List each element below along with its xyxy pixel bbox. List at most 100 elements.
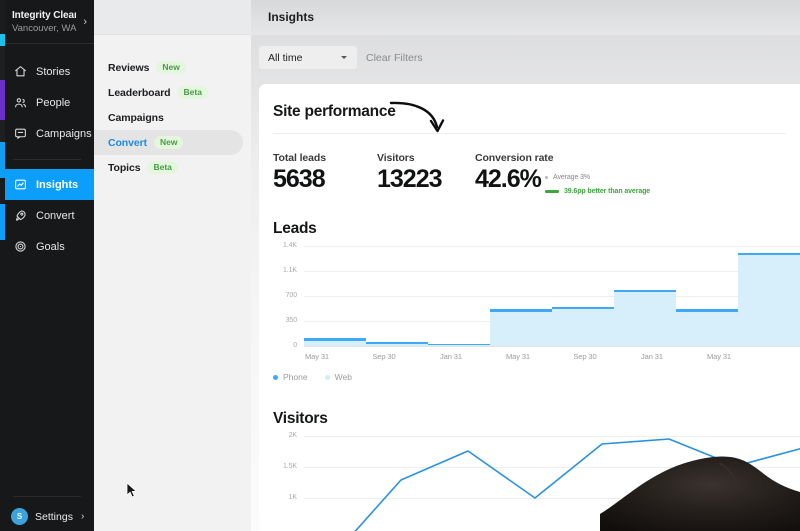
legend-label: Phone [283,372,308,382]
subnav-item-topics[interactable]: Topics Beta [94,155,243,180]
org-name: Integrity Cleaning [12,10,76,21]
y-axis-label: 0 [293,342,297,349]
chevron-right-icon: › [83,16,87,28]
leads-chart-title: Leads [273,220,317,237]
subnav-item-convert[interactable]: Convert New [94,130,243,155]
comparison-average-row: Average 3% [545,172,665,183]
bar-group[interactable] [676,309,738,346]
secondary-nav: Reviews New Leaderboard Beta Campaigns C… [94,0,251,531]
filter-bar: All time Clear Filters [251,35,800,84]
y-axis-label: 350 [285,317,297,324]
badge-beta: Beta [177,86,208,99]
comparison-average-text: Average 3% [553,174,591,181]
people-icon [13,96,27,110]
bar-group[interactable] [738,252,800,346]
legend-entry-phone[interactable]: Phone [273,372,308,382]
y-axis-label: 1K [288,494,297,501]
chart-icon [13,178,27,192]
legend-entry-web[interactable]: Web [324,372,352,382]
home-icon [13,65,27,79]
y-axis-label: 700 [285,292,297,299]
org-switcher[interactable]: Integrity Cleaning Vancouver, WA › [0,0,94,44]
metric-label: Total leads [273,152,326,164]
bar-group[interactable] [304,338,366,346]
sidebar-divider [13,496,81,497]
visitors-line-series [354,438,800,531]
secondary-nav-header [94,0,251,35]
x-axis-label: Sep 30 [573,352,597,361]
chat-icon [13,127,27,141]
date-range-select[interactable]: All time [259,46,357,69]
bar-group[interactable] [614,289,676,346]
x-axis-label: May 31 [506,352,530,361]
comparison-delta-row: 39.6pp better than average [545,186,665,197]
leads-plot-area: 1.4K 1.1K 700 350 0 May 31 Sep 30 Jan 31… [273,242,800,361]
sidebar-item-campaigns[interactable]: Campaigns [0,118,94,149]
app-window: Integrity Cleaning Vancouver, WA › Stori… [0,0,800,531]
metric-value: 13223 [377,165,443,193]
bar-group[interactable] [552,306,614,346]
metric-label: Visitors [377,152,415,164]
clear-filters-button[interactable]: Clear Filters [366,52,423,64]
org-location: Vancouver, WA [12,23,77,34]
subnav-item-reviews[interactable]: Reviews New [94,55,243,80]
sidebar-item-label: Stories [36,65,71,78]
avatar: S [11,508,28,525]
target-icon [13,240,27,254]
sidebar-item-insights[interactable]: Insights [0,169,94,200]
settings-button[interactable]: S Settings › [0,508,94,525]
sidebar-item-label: Convert [36,209,75,222]
page-title: Insights [268,10,315,24]
subnav-item-leaderboard[interactable]: Leaderboard Beta [94,80,243,105]
primary-nav: Stories People Campaigns Insights Conver… [0,44,94,262]
sidebar-item-label: Insights [36,178,79,191]
secondary-nav-list: Reviews New Leaderboard Beta Campaigns C… [94,35,251,180]
metric-label: Conversion rate [475,152,554,164]
mouse-pointer-icon [126,482,137,498]
sidebar-item-label: People [36,96,71,109]
subnav-item-campaigns[interactable]: Campaigns [94,105,243,130]
y-axis-label: 1.1K [283,267,297,274]
badge-beta: Beta [147,161,178,174]
x-axis-label: May 31 [305,352,329,361]
sidebar-item-label: Campaigns [36,127,92,140]
dash-marker-icon [545,190,559,193]
sidebar-item-convert[interactable]: Convert [0,200,94,231]
x-axis-label: Jan 31 [440,352,462,361]
bar-group[interactable] [490,309,552,346]
y-axis-label: 1.4K [283,242,297,249]
curved-arrow-icon [389,101,445,133]
bar-group[interactable] [366,342,428,346]
x-axis-label: Jan 31 [641,352,663,361]
subnav-item-label: Leaderboard [108,86,171,99]
subnav-item-label: Topics [108,161,141,174]
sidebar-item-people[interactable]: People [0,87,94,118]
legend-label: Web [334,372,352,382]
badge-new: New [153,136,184,149]
visitors-plot-area: 2K 1.5K 1K [273,432,800,531]
sidebar-item-label: Goals [36,240,65,253]
y-axis-label: 1.5K [283,463,297,470]
site-performance-title: Site performance [273,103,396,120]
metric-conversion-rate: Conversion rate 42.6% [475,152,554,193]
legend-dot-icon [324,374,330,380]
comparison-legend: Average 3% 39.6pp better than average [545,172,665,197]
subnav-item-label: Reviews [108,61,150,74]
dot-marker-icon [545,176,548,179]
chevron-right-icon: › [80,511,85,522]
legend-dot-icon [273,374,278,380]
x-axis-label: May 31 [707,352,731,361]
main-content: Insights All time Clear Filters Site per… [251,0,800,531]
sidebar-item-goals[interactable]: Goals [0,231,94,262]
visitors-chart-title: Visitors [273,410,328,427]
subnav-item-label: Campaigns [108,111,164,124]
x-axis-label: Sep 30 [372,352,396,361]
sidebar-item-stories[interactable]: Stories [0,56,94,87]
metric-value: 42.6% [475,165,542,193]
metric-visitors: Visitors 13223 [377,152,443,193]
insights-card: Site performance Total leads 5638 Visito… [259,84,800,531]
settings-label: Settings [35,510,73,523]
y-axis-label: 2K [288,432,297,439]
bar-group[interactable] [428,343,490,346]
metric-value: 5638 [273,165,326,193]
